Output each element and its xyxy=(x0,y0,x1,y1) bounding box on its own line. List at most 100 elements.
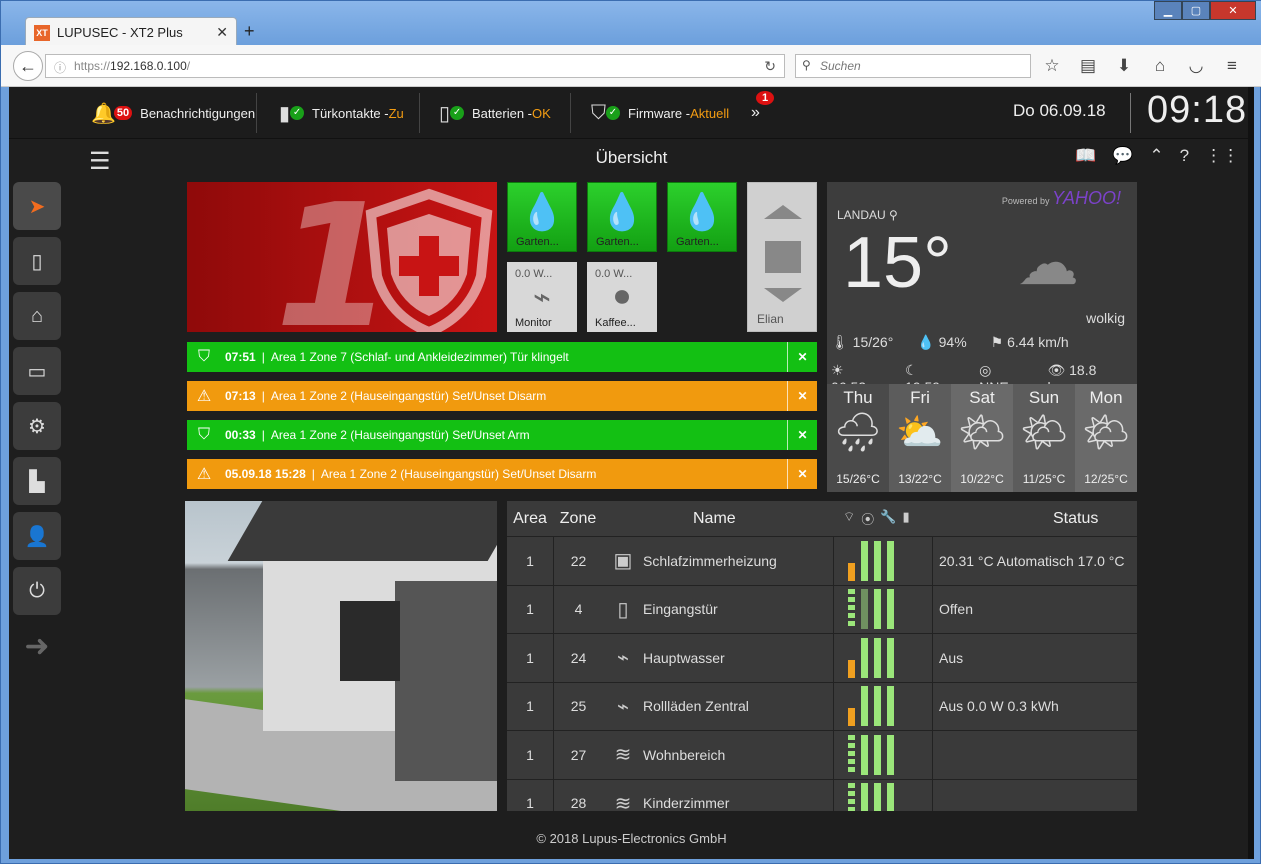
home-icon[interactable]: ⌂ xyxy=(1149,56,1171,76)
check-icon: ✓ xyxy=(450,106,465,120)
table-row[interactable]: 1 28 ≋ Kinderzimmer xyxy=(507,779,1137,811)
new-tab-icon[interactable]: + xyxy=(244,21,255,42)
more-item[interactable]: » 1 xyxy=(751,91,774,129)
cell-area: 1 xyxy=(526,649,534,666)
header-status[interactable]: Status xyxy=(933,510,1137,528)
sidebar-item-users[interactable]: 👤 xyxy=(13,512,61,560)
download-icon[interactable]: ⬇ xyxy=(1113,56,1135,76)
cell-name: Schlafzimmerheizung xyxy=(643,552,777,569)
shutter-stop-button[interactable] xyxy=(765,241,801,273)
overview-icon: ➤ xyxy=(28,195,46,218)
sidebar-item-settings[interactable]: ⚙ xyxy=(13,402,61,450)
bookmark-star-icon[interactable]: ☆ xyxy=(1041,56,1063,76)
doors-status: Zu xyxy=(388,105,404,121)
notification-text: Area 1 Zone 7 (Schlaf- und Ankleidezimme… xyxy=(270,350,569,364)
cell-zone: 24 xyxy=(553,634,603,682)
reload-icon[interactable]: ↻ xyxy=(764,58,776,75)
notifications-item[interactable]: 🔔 50 Benachrichtigungen xyxy=(91,97,255,129)
battery-label: Batterien - xyxy=(472,105,532,121)
notification-text: Area 1 Zone 2 (Hauseingangstür) Set/Unse… xyxy=(270,428,530,442)
dismiss-button[interactable]: ✕ xyxy=(787,381,817,411)
browser-tab[interactable]: XT LUPUSEC - XT2 Plus ✕ xyxy=(25,17,237,47)
water-drop-icon: 💧 xyxy=(519,191,565,232)
signal-bars xyxy=(833,585,933,633)
sidebar-item-sensors[interactable]: ▯ xyxy=(13,237,61,285)
grid-icon[interactable]: ⋮⋮ xyxy=(1205,146,1239,166)
notification-text: Area 1 Zone 2 (Hauseingangstür) Set/Unse… xyxy=(320,467,597,481)
scrollbar[interactable] xyxy=(1248,87,1254,859)
menu-icon[interactable]: ≡ xyxy=(1221,56,1243,76)
reading-list-icon[interactable]: ▤ xyxy=(1077,56,1099,76)
cell-name: Hauptwasser xyxy=(643,649,725,666)
url-bar[interactable]: ⓘ https://192.168.0.100/ ↻ xyxy=(45,54,785,78)
tile-monitor[interactable]: 0.0 W... ⌁ Monitor xyxy=(507,262,577,332)
sidebar-item-overview[interactable]: ➤ xyxy=(13,182,61,230)
cell-status: Aus 0.0 W 0.3 kWh xyxy=(939,698,1059,715)
cell-name: Kinderzimmer xyxy=(643,795,730,811)
footer: © 2018 Lupus-Electronics GmbH xyxy=(536,831,727,846)
battery-item[interactable]: ▯ ✓ Batterien - OK xyxy=(439,97,551,129)
tile-garden-3[interactable]: 💧 Garten... xyxy=(667,182,737,252)
search-placeholder: Suchen xyxy=(820,59,861,73)
bar-chart-icon: ▙ xyxy=(29,470,45,493)
close-tab-icon[interactable]: ✕ xyxy=(216,24,228,41)
tile-label: Garten... xyxy=(596,236,639,248)
pocket-icon[interactable]: ◡ xyxy=(1185,56,1207,76)
sidebar-item-home[interactable]: ⌂ xyxy=(13,292,61,340)
book-icon[interactable]: 📖 xyxy=(1075,146,1096,166)
table-row[interactable]: 1 4 ▯ Eingangstür Offen xyxy=(507,585,1137,634)
tile-coffee[interactable]: 0.0 W... ⏺ Kaffee... xyxy=(587,262,657,332)
area-status-hero[interactable]: 1 xyxy=(187,182,497,332)
shutter-down-button[interactable] xyxy=(764,288,802,302)
sidebar-item-logout[interactable]: ⏻ xyxy=(13,567,61,615)
cell-zone: 25 xyxy=(553,682,603,730)
switch-icon: ⌁ xyxy=(532,281,552,314)
url-prefix: https:// xyxy=(74,59,111,73)
signal-bars xyxy=(833,537,933,585)
motion-sensor-icon: ≋ xyxy=(614,744,632,767)
collapse-icon[interactable]: ⌃ xyxy=(1149,146,1163,166)
firmware-label: Firmware - xyxy=(628,105,691,121)
help-icon[interactable]: ? xyxy=(1180,146,1189,166)
user-clock-icon: 👤 xyxy=(24,525,50,548)
header-zone[interactable]: Zone xyxy=(553,501,603,536)
dismiss-button[interactable]: ✕ xyxy=(787,420,817,450)
window-close-button[interactable]: ✕ xyxy=(1210,1,1256,20)
back-button[interactable]: ← xyxy=(13,51,43,81)
table-row[interactable]: 1 22 ▣ Schlafzimmerheizung 20.31 °C Auto… xyxy=(507,537,1137,586)
cell-area: 1 xyxy=(526,746,534,763)
rain-cloud-icon: 🌧 xyxy=(833,412,883,454)
firmware-item[interactable]: ⛉ ✓ Firmware - Aktuell xyxy=(591,97,729,129)
location-pin-icon: ⚲ xyxy=(889,208,898,222)
chat-icon[interactable]: 💬 xyxy=(1112,146,1133,166)
notification-row: ⚠ 05.09.18 15:28 | Area 1 Zone 2 (Hauseinga… xyxy=(187,459,817,489)
page-title: Übersicht xyxy=(595,148,668,167)
dismiss-button[interactable]: ✕ xyxy=(787,459,817,489)
table-row[interactable]: 1 25 ⌁ Rollläden Zentral Aus 0.0 W 0.3 k… xyxy=(507,682,1137,731)
forecast-day: Sun 🌤 11/25°C xyxy=(1013,384,1075,492)
header-name[interactable]: Name xyxy=(643,510,833,528)
door-contacts-item[interactable]: ▮ ✓ Türkontakte - Zu xyxy=(279,97,404,129)
thermometer-icon: 🌡 15/26° xyxy=(831,334,894,350)
weather-condition: wolkig xyxy=(1086,310,1125,326)
table-row[interactable]: 1 24 ⌁ Hauptwasser Aus xyxy=(507,634,1137,683)
sidebar-item-stats[interactable]: ▙ xyxy=(13,457,61,505)
motion-sensor-icon: ≋ xyxy=(614,792,632,811)
info-icon[interactable]: ⓘ xyxy=(54,59,66,76)
shutter-up-button[interactable] xyxy=(764,205,802,219)
home-power-icon: ⌂ xyxy=(30,304,44,327)
battery-small-icon: ▮ xyxy=(902,509,910,524)
sidebar-item-device[interactable]: ▭ xyxy=(13,347,61,395)
tile-garden-1[interactable]: 💧 Garten... xyxy=(507,182,577,252)
minimize-button[interactable]: ▁ xyxy=(1154,1,1182,20)
notification-time: 05.09.18 15:28 xyxy=(225,467,306,481)
tile-garden-2[interactable]: 💧 Garten... xyxy=(587,182,657,252)
sidebar-expand[interactable]: ➜ xyxy=(13,622,61,670)
header-area[interactable]: Area xyxy=(507,510,553,528)
search-input[interactable]: ⚲ Suchen xyxy=(795,54,1031,78)
dismiss-button[interactable]: ✕ xyxy=(787,342,817,372)
table-row[interactable]: 1 27 ≋ Wohnbereich xyxy=(507,731,1137,780)
gear-icon: ⚙ xyxy=(28,415,46,438)
battery-icon: ▯ xyxy=(439,102,451,125)
maximize-button[interactable]: ▢ xyxy=(1182,1,1210,20)
